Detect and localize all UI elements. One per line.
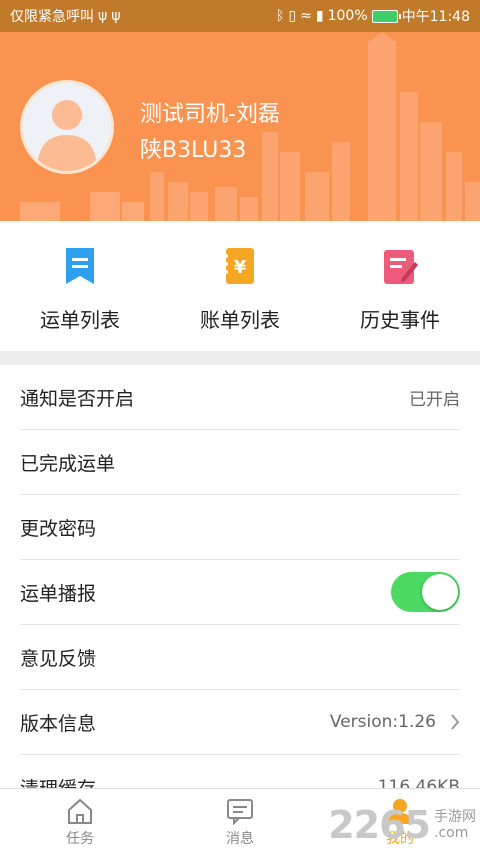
setting-label: 版本信息 (20, 712, 97, 735)
profile-header: 测试司机-刘磊 陕B3LU33 (0, 32, 480, 221)
signal-icon: ▮ (315, 8, 324, 24)
watermark-number: 2265 (328, 803, 431, 847)
setting-value: Version:1.26 (329, 712, 436, 732)
tab-label: 任务 (66, 831, 94, 847)
usb-icon: ψ (111, 8, 121, 24)
toggle-knob (422, 574, 458, 610)
bluetooth-icon: ᛒ (276, 8, 285, 24)
battery-icon (371, 9, 401, 23)
shortcut-grid: 运单列表 ¥ 账单列表 历史事件 (0, 221, 480, 351)
site-watermark: 2265 手游网 .com (328, 803, 476, 847)
shortcut-bill-list[interactable]: ¥ 账单列表 (160, 221, 320, 351)
usb-icon: ψ (98, 8, 108, 24)
shortcut-waybill-list[interactable]: 运单列表 (0, 221, 160, 351)
setting-change-password[interactable]: 更改密码 (20, 495, 460, 560)
setting-label: 通知是否开启 (20, 387, 135, 410)
watermark-text-block: 手游网 .com (434, 809, 476, 841)
driver-name: 测试司机-刘磊 (140, 102, 280, 127)
person-silhouette-icon (37, 100, 97, 171)
status-bar: 仅限紧急呼叫 ψ ψ ᛒ ▯ ≈ ▮ 100% 中午11:48 (0, 0, 480, 32)
status-right: ᛒ ▯ ≈ ▮ 100% 中午11:48 (276, 6, 470, 26)
setting-label: 已完成运单 (20, 452, 116, 475)
shortcut-history-events[interactable]: 历史事件 (320, 221, 480, 351)
settings-list: 通知是否开启 已开启 已完成运单 更改密码 运单播报 意见反馈 版本信息 Ver… (0, 365, 480, 820)
setting-notifications[interactable]: 通知是否开启 已开启 (20, 365, 460, 430)
battery-percent: 100% (327, 8, 368, 24)
carrier-text: 仅限紧急呼叫 (10, 9, 94, 25)
license-plate: 陕B3LU33 (140, 138, 247, 163)
tab-messages[interactable]: 消息 (160, 789, 320, 853)
setting-feedback[interactable]: 意见反馈 (20, 625, 460, 690)
message-icon (227, 799, 253, 825)
setting-label: 更改密码 (20, 517, 97, 540)
setting-label: 运单播报 (20, 582, 97, 605)
broadcast-toggle[interactable] (391, 572, 460, 612)
tab-label: 消息 (226, 831, 254, 847)
tab-tasks[interactable]: 任务 (0, 789, 160, 853)
shortcut-label: 账单列表 (200, 308, 280, 332)
setting-waybill-broadcast: 运单播报 (20, 560, 460, 625)
shortcut-label: 运单列表 (40, 308, 120, 332)
svg-text:¥: ¥ (234, 257, 247, 278)
setting-completed-waybills[interactable]: 已完成运单 (20, 430, 460, 495)
waybill-bookmark-icon (66, 248, 94, 284)
shortcut-label: 历史事件 (360, 308, 440, 332)
avatar[interactable] (20, 80, 114, 174)
clock: 中午11:48 (401, 9, 470, 25)
setting-label: 意见反馈 (20, 647, 97, 670)
watermark-line2: .com (434, 825, 469, 841)
status-left: 仅限紧急呼叫 ψ ψ (10, 6, 276, 26)
home-icon (68, 798, 92, 824)
setting-value: 已开启 (409, 389, 460, 410)
chevron-right-icon (451, 714, 460, 730)
bill-yen-icon: ¥ (224, 248, 254, 284)
watermark-line1: 手游网 (434, 809, 476, 825)
history-edit-icon (384, 250, 418, 284)
wifi-icon: ≈ (300, 8, 312, 24)
setting-version-info[interactable]: 版本信息 Version:1.26 (20, 690, 460, 755)
vibrate-icon: ▯ (288, 8, 297, 24)
section-divider (0, 351, 480, 365)
